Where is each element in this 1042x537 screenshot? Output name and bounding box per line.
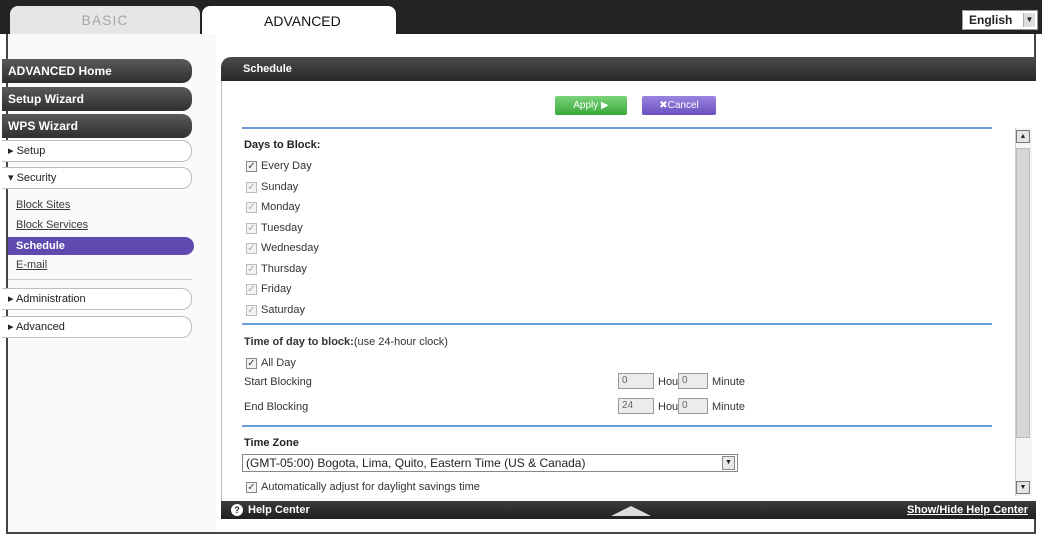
day-label: Tuesday bbox=[261, 222, 303, 234]
sidebar-item-setup[interactable]: ▸ Setup bbox=[2, 140, 192, 162]
checkbox-checked-icon: ✓ bbox=[246, 242, 257, 254]
end-blocking-label: End Blocking bbox=[244, 401, 309, 413]
thursday-checkbox[interactable]: ✓ Thursday bbox=[246, 261, 307, 277]
timezone-selected: (GMT-05:00) Bogota, Lima, Quito, Eastern… bbox=[246, 456, 586, 470]
friday-checkbox[interactable]: ✓ Friday bbox=[246, 281, 292, 297]
day-label: Wednesday bbox=[261, 242, 319, 254]
days-heading: Days to Block: bbox=[244, 139, 321, 151]
caret-up-icon[interactable] bbox=[611, 506, 651, 516]
sidebar-item-security[interactable]: ▾ Security bbox=[2, 167, 192, 189]
day-label: Thursday bbox=[261, 263, 307, 275]
tuesday-checkbox[interactable]: ✓ Tuesday bbox=[246, 220, 303, 236]
checkbox-checked-icon: ✓ bbox=[246, 283, 257, 295]
tab-advanced[interactable]: ADVANCED bbox=[202, 6, 396, 36]
checkbox-checked-icon: ✓ bbox=[246, 263, 257, 275]
sidebar-item-setup-wizard[interactable]: Setup Wizard bbox=[2, 87, 192, 111]
apply-button[interactable]: Apply ▶ bbox=[555, 96, 627, 115]
sidebar-link-schedule[interactable]: Schedule bbox=[8, 237, 194, 255]
sidebar-item-administration[interactable]: ▸ Administration bbox=[2, 288, 192, 310]
checkbox-checked-icon: ✓ bbox=[246, 481, 257, 493]
checkbox-checked-icon: ✓ bbox=[246, 357, 257, 369]
sidebar-link-block-sites[interactable]: Block Sites bbox=[16, 199, 70, 211]
tab-basic[interactable]: BASIC bbox=[10, 6, 200, 34]
end-minute-input[interactable]: 0 bbox=[678, 398, 708, 414]
checkbox-checked-icon: ✓ bbox=[246, 181, 257, 193]
time-heading-note: (use 24-hour clock) bbox=[353, 336, 448, 348]
checkbox-checked-icon: ✓ bbox=[246, 201, 257, 213]
section-divider bbox=[242, 323, 992, 325]
checkbox-checked-icon: ✓ bbox=[246, 304, 257, 316]
sidebar-item-advanced-home[interactable]: ADVANCED Home bbox=[2, 59, 192, 83]
every-day-checkbox[interactable]: ✓ Every Day bbox=[246, 158, 312, 174]
start-hour-input[interactable]: 0 bbox=[618, 373, 654, 389]
time-heading: Time of day to block:(use 24-hour clock) bbox=[244, 336, 448, 348]
help-icon[interactable]: ? bbox=[231, 504, 243, 516]
panel-body bbox=[221, 81, 1036, 501]
start-minute-input[interactable]: 0 bbox=[678, 373, 708, 389]
timezone-heading: Time Zone bbox=[244, 437, 299, 449]
end-hour-input[interactable]: 24 bbox=[618, 398, 654, 414]
section-divider bbox=[242, 127, 992, 129]
dst-checkbox[interactable]: ✓ Automatically adjust for daylight savi… bbox=[246, 479, 480, 495]
every-day-label: Every Day bbox=[261, 160, 312, 172]
all-day-label: All Day bbox=[261, 357, 296, 369]
day-label: Monday bbox=[261, 201, 301, 213]
language-select[interactable]: English ▼ bbox=[962, 10, 1038, 30]
time-heading-bold: Time of day to block: bbox=[244, 336, 354, 348]
minute-label: Minute bbox=[712, 376, 746, 388]
sidebar-item-advanced[interactable]: ▸ Advanced bbox=[2, 316, 192, 338]
checkbox-checked-icon: ✓ bbox=[246, 160, 257, 172]
dst-label: Automatically adjust for daylight saving… bbox=[261, 481, 480, 493]
start-blocking-label: Start Blocking bbox=[244, 376, 312, 388]
chevron-down-icon: ▼ bbox=[722, 456, 735, 470]
show-hide-help-link[interactable]: Show/Hide Help Center bbox=[907, 501, 1028, 519]
sidebar-link-email[interactable]: E-mail bbox=[16, 259, 47, 271]
language-selected: English bbox=[969, 13, 1013, 27]
sidebar-item-wps-wizard[interactable]: WPS Wizard bbox=[2, 114, 192, 138]
page-title: Schedule bbox=[221, 57, 1036, 81]
day-label: Friday bbox=[261, 283, 292, 295]
scroll-up-icon[interactable]: ▲ bbox=[1016, 130, 1030, 143]
help-footer: ? Help Center Show/Hide Help Center bbox=[221, 501, 1036, 519]
section-divider bbox=[242, 425, 992, 427]
scroll-down-icon[interactable]: ▼ bbox=[1016, 481, 1030, 494]
timezone-select[interactable]: (GMT-05:00) Bogota, Lima, Quito, Eastern… bbox=[242, 454, 738, 472]
day-label: Sunday bbox=[261, 181, 299, 193]
cancel-button[interactable]: ✖Cancel bbox=[642, 96, 716, 115]
monday-checkbox[interactable]: ✓ Monday bbox=[246, 199, 300, 215]
sidebar-divider bbox=[8, 279, 192, 280]
sidebar-link-block-services[interactable]: Block Services bbox=[16, 219, 88, 231]
checkbox-checked-icon: ✓ bbox=[246, 222, 257, 234]
wednesday-checkbox[interactable]: ✓ Wednesday bbox=[246, 240, 319, 256]
saturday-checkbox[interactable]: ✓ Saturday bbox=[246, 302, 305, 318]
all-day-checkbox[interactable]: ✓ All Day bbox=[246, 355, 296, 371]
chevron-down-icon: ▼ bbox=[1023, 13, 1035, 27]
help-center-label[interactable]: Help Center bbox=[248, 501, 310, 519]
sunday-checkbox[interactable]: ✓ Sunday bbox=[246, 179, 298, 195]
day-label: Saturday bbox=[261, 304, 306, 316]
scrollbar-thumb[interactable] bbox=[1016, 148, 1030, 438]
minute-label: Minute bbox=[712, 401, 746, 413]
